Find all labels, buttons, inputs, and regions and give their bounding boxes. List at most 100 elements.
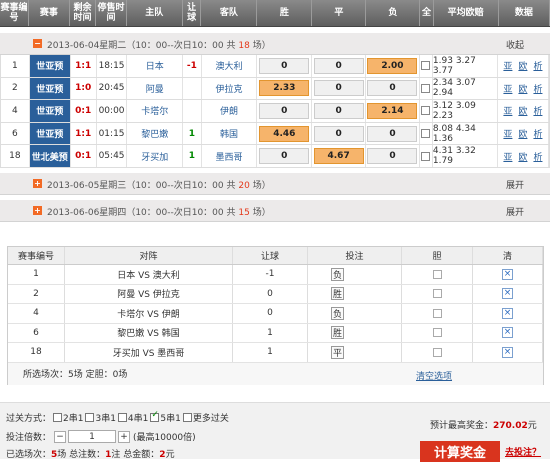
multiplier-input[interactable]: 1 (68, 430, 117, 443)
collapse-icon[interactable]: − (33, 39, 42, 48)
asia-link[interactable]: 亚 (503, 150, 512, 163)
expand-icon[interactable]: + (33, 205, 42, 215)
pass-option[interactable]: 2串1 (51, 411, 83, 424)
pass-option-checkbox[interactable] (182, 413, 192, 422)
analysis-link[interactable]: 析 (533, 82, 542, 95)
match-row: 4 世亚预 0:1 00:00 卡塔尔 伊朗 0 0 2.14 3.12 3.09 2.23 亚欧析 (1, 100, 549, 123)
lose-odds-button[interactable]: 2.00 (367, 57, 418, 74)
pass-option-checkbox[interactable] (53, 413, 63, 422)
draw-odds-button[interactable]: 0 (313, 125, 364, 142)
euro-link[interactable]: 欧 (518, 104, 527, 117)
away-team[interactable]: 墨西哥 (202, 145, 258, 167)
league-badge[interactable]: 世亚预 (29, 55, 71, 77)
select-all-checkbox[interactable] (421, 83, 431, 93)
pass-option-checkbox[interactable] (85, 413, 95, 422)
analysis-link[interactable]: 析 (533, 150, 542, 163)
home-team[interactable]: 日本 (127, 55, 184, 77)
win-odds-button[interactable]: 2.33 (259, 80, 310, 97)
pass-option[interactable]: 5串1 (148, 410, 181, 424)
remove-icon[interactable]: × (502, 346, 513, 358)
home-team[interactable]: 卡塔尔 (127, 100, 184, 122)
draw-odds-button[interactable]: 0 (313, 57, 364, 74)
expand-link[interactable]: 展开 (506, 178, 524, 191)
asia-link[interactable]: 亚 (503, 104, 512, 117)
asia-link[interactable]: 亚 (503, 82, 512, 95)
go-bet-link[interactable]: 去投注？ (505, 445, 541, 458)
bet-summary: 已选场次：5场 总注数：1注 总金额：2元 (6, 447, 175, 460)
match-id: 4 (1, 100, 30, 122)
home-team[interactable]: 牙买加 (127, 145, 184, 167)
bet-choice-button[interactable]: 平 (331, 345, 344, 359)
pass-option-checkbox[interactable] (150, 410, 160, 422)
lose-odds-button[interactable]: 0 (367, 148, 418, 165)
draw-odds-button[interactable]: 4.67 (313, 148, 364, 165)
away-team[interactable]: 澳大利 (202, 55, 258, 77)
bet-choice-button[interactable]: 负 (331, 267, 344, 281)
pass-option-checkbox[interactable] (117, 413, 127, 422)
bet-choice-button[interactable]: 负 (331, 306, 344, 320)
away-team[interactable]: 伊拉克 (202, 77, 258, 100)
collapse-link[interactable]: 收起 (506, 38, 524, 51)
draw-odds-button[interactable]: 0 (313, 102, 364, 119)
select-all-checkbox[interactable] (421, 106, 431, 116)
banker-checkbox[interactable] (432, 269, 442, 279)
select-all-checkbox[interactable] (421, 129, 431, 139)
remove-icon[interactable]: × (502, 288, 513, 300)
expand-link[interactable]: 展开 (506, 205, 524, 218)
minus-button[interactable]: − (54, 430, 67, 443)
banker-checkbox[interactable] (432, 308, 442, 318)
remove-icon[interactable]: × (502, 327, 513, 339)
win-odds-button[interactable]: 0 (259, 102, 310, 119)
panel-match: 卡塔尔 VS 伊朗 (65, 304, 233, 323)
header-win: 胜 (257, 0, 313, 26)
prize-label: 预计最高奖金： (430, 421, 494, 431)
asia-link[interactable]: 亚 (503, 59, 512, 72)
banker-checkbox[interactable] (432, 347, 442, 357)
panel-match-id: 1 (8, 265, 65, 284)
lose-odds-button[interactable]: 0 (367, 125, 418, 142)
league-badge[interactable]: 世亚预 (29, 122, 71, 145)
asia-link[interactable]: 亚 (503, 127, 512, 140)
win-odds-button[interactable]: 0 (259, 57, 310, 74)
panel-header-banker: 胆 (402, 247, 473, 264)
day-bar[interactable]: + 2013-06-05星期三（10：00--次日10：00 共 20 场） 展… (0, 172, 550, 195)
select-all-checkbox[interactable] (421, 151, 431, 161)
pass-option[interactable]: 3串1 (83, 411, 116, 424)
remove-icon[interactable]: × (502, 268, 513, 280)
euro-link[interactable]: 欧 (518, 59, 527, 72)
home-team[interactable]: 阿曼 (127, 77, 184, 100)
pass-option[interactable]: 4串1 (116, 411, 148, 424)
euro-link[interactable]: 欧 (518, 82, 527, 95)
home-team[interactable]: 黎巴嫩 (127, 122, 184, 145)
league-badge[interactable]: 世亚预 (29, 77, 71, 100)
euro-link[interactable]: 欧 (518, 150, 527, 163)
away-team[interactable]: 韩国 (202, 122, 258, 145)
day-bar[interactable]: + 2013-06-06星期四（10：00--次日10：00 共 15 场） 展… (0, 199, 550, 222)
clear-options-link[interactable]: 清空选项 (416, 369, 452, 382)
league-badge[interactable]: 世亚预 (29, 100, 71, 122)
panel-row: 18 牙买加 VS 墨西哥 1 平 × (8, 343, 543, 363)
avg-odds: 4.31 3.32 1.79 (433, 145, 498, 167)
draw-odds-button[interactable]: 0 (313, 80, 364, 97)
win-odds-button[interactable]: 0 (259, 148, 310, 165)
euro-link[interactable]: 欧 (518, 127, 527, 140)
pass-option[interactable]: 更多过关 (181, 411, 229, 424)
banker-checkbox[interactable] (432, 328, 442, 338)
expand-icon[interactable]: + (33, 178, 42, 188)
away-team[interactable]: 伊朗 (202, 100, 258, 122)
lose-odds-button[interactable]: 2.14 (367, 102, 418, 119)
select-all-checkbox[interactable] (421, 61, 431, 71)
analysis-link[interactable]: 析 (533, 127, 542, 140)
banker-checkbox[interactable] (432, 289, 442, 299)
analysis-link[interactable]: 析 (533, 104, 542, 117)
analysis-link[interactable]: 析 (533, 59, 542, 72)
lose-odds-button[interactable]: 0 (367, 80, 418, 97)
day-bar[interactable]: − 2013-06-04星期二（10：00--次日10：00 共 18 场） 收… (0, 33, 550, 55)
bet-choice-button[interactable]: 胜 (331, 326, 344, 340)
header-all: 全 (420, 0, 434, 26)
bet-choice-button[interactable]: 胜 (331, 287, 344, 301)
plus-button[interactable]: + (118, 430, 131, 443)
win-odds-button[interactable]: 4.46 (259, 125, 310, 142)
remove-icon[interactable]: × (502, 307, 513, 319)
league-badge[interactable]: 世北美预 (29, 145, 71, 167)
